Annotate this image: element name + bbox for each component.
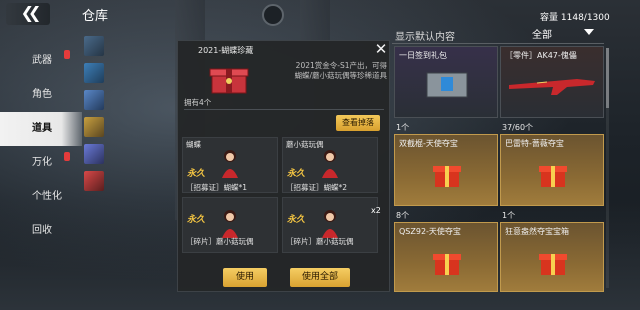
inventory-card[interactable]: 一日签到礼包 [394,46,498,118]
character-figure-icon [322,210,338,238]
sidebar-item-label: 角色 [32,89,52,100]
capacity-indicator: 容量 1148/1300 [540,10,610,23]
rifle-icon [509,79,595,95]
close-icon: ✕ [374,40,388,58]
card-name: 双截棍-天使夺宝 [399,139,458,148]
sidebar-item-label: 道具 [32,123,52,134]
close-button[interactable]: ✕ [374,40,388,58]
card-count: 1个 [396,123,410,132]
capacity-label: 容量 [540,13,559,23]
use-all-button[interactable]: 使用全部 [290,268,350,287]
reward-item[interactable]: 永久 ［碎片］蘑小菇玩偶 [182,197,278,253]
item-thumbnail[interactable] [84,36,104,56]
item-thumbnail[interactable] [84,63,104,83]
reward-name: 蘑小菇玩偶 [286,140,324,149]
inventory-card[interactable]: ［零件］AK47-傀儡 [500,46,604,118]
popup-description: 2021赏金令-S1产出，可得 蝴蝶/蘑小菇玩偶等珍稀道具 [275,61,387,81]
page-title: 仓库 [82,9,109,24]
inventory-card[interactable]: 狂意盎然夺宝宝箱 [500,222,604,292]
reward-name: 蝴蝶 [186,140,201,149]
card-count: 1个 [502,211,516,220]
reward-tag: ［招募证］蝴蝶*1 [186,183,248,192]
sidebar-item-label: 个性化 [32,191,62,202]
permanent-label: 永久 [187,169,206,179]
back-button[interactable]: ❮❮ [6,3,50,25]
description-line: 蝴蝶/蘑小菇玩偶等珍稀道具 [294,71,387,80]
owned-count: 拥有4个 [184,98,212,107]
gift-box-icon [539,166,567,187]
reward-tag: ［碎片］蘑小菇玩偶 [186,237,254,246]
card-name: ［零件］AK47-傀儡 [505,51,577,60]
sidebar-item-transform[interactable]: 万化 [0,146,82,180]
sidebar-item-label: 回收 [32,225,52,236]
character-figure-icon [322,150,338,178]
item-thumbnail[interactable] [84,171,104,191]
permanent-label: 永久 [287,169,306,179]
caret-down-icon [584,29,594,35]
sidebar-item-items[interactable]: 道具 [0,112,82,146]
item-thumbnail[interactable] [84,144,104,164]
gift-box-icon [539,254,567,275]
item-thumbnail[interactable] [84,117,104,137]
sidebar-item-recycle[interactable]: 回收 [0,214,82,248]
reward-item[interactable]: 蝴蝶 永久 ［招募证］蝴蝶*1 [182,137,278,193]
sidebar-item-weapons[interactable]: 武器 [0,44,82,78]
card-count: 8个 [396,211,410,220]
card-name: QSZ92-天使夺宝 [399,227,461,236]
card-name: 狂意盎然夺宝宝箱 [505,227,569,236]
gift-box-icon [433,254,461,275]
reward-item[interactable]: 永久 ［碎片］蘑小菇玩偶 x2 [282,197,381,253]
popup-title: 2021-蝴蝶珍藏 [198,46,254,55]
inventory-card[interactable]: 巴雷特-蔷薇夺宝 [500,134,604,206]
sidebar: 武器 角色 道具 万化 个性化 回收 [0,44,82,248]
sidebar-item-label: 万化 [32,157,52,168]
avatar [262,4,284,26]
crate-icon [209,68,249,94]
character-figure-icon [222,150,238,178]
description-line: 2021赏金令-S1产出，可得 [295,61,387,70]
item-detail-popup: 2021-蝴蝶珍藏 ✕ 2021赏金令-S1产出，可得 蝴蝶/蘑小菇玩偶等珍稀道… [177,40,390,292]
notification-badge [64,152,70,161]
permanent-label: 永久 [287,215,306,225]
capacity-value: 1148/1300 [560,13,610,23]
divider [184,109,384,110]
scrollbar-thumb[interactable] [606,48,609,108]
reward-item[interactable]: 蘑小菇玩偶 永久 ［招募证］蝴蝶*2 [282,137,378,193]
dropdown-value: 全部 [532,30,552,41]
reward-tag: ［碎片］蘑小菇玩偶 [286,237,354,246]
inventory-card[interactable]: 双截棍-天使夺宝 [394,134,498,206]
card-name: 巴雷特-蔷薇夺宝 [505,139,564,148]
top-bar: ❮❮ 仓库 容量 1148/1300 [0,0,640,28]
item-thumbnail[interactable] [84,90,104,110]
divider [392,43,604,44]
permanent-label: 永久 [187,215,206,225]
card-name: 一日签到礼包 [399,51,447,60]
category-dropdown[interactable]: 全部 [532,26,600,42]
reward-count: x2 [371,206,381,215]
view-drops-button[interactable]: 查看掉落 [336,115,380,131]
character-figure-icon [222,210,238,238]
gift-box-icon [426,72,468,98]
sidebar-item-personalize[interactable]: 个性化 [0,180,82,214]
card-count: 37/60个 [502,123,534,132]
sidebar-item-characters[interactable]: 角色 [0,78,82,112]
reward-tag: ［招募证］蝴蝶*2 [286,183,348,192]
inventory-card[interactable]: QSZ92-天使夺宝 [394,222,498,292]
use-button[interactable]: 使用 [223,268,267,287]
notification-badge [64,50,70,59]
item-thumbnail-column [84,36,106,198]
filter-label: 显示默认内容 [395,32,455,43]
double-chevron-left-icon: ❮❮ [20,3,42,22]
gift-box-icon [433,166,461,187]
sidebar-item-label: 武器 [32,55,52,66]
